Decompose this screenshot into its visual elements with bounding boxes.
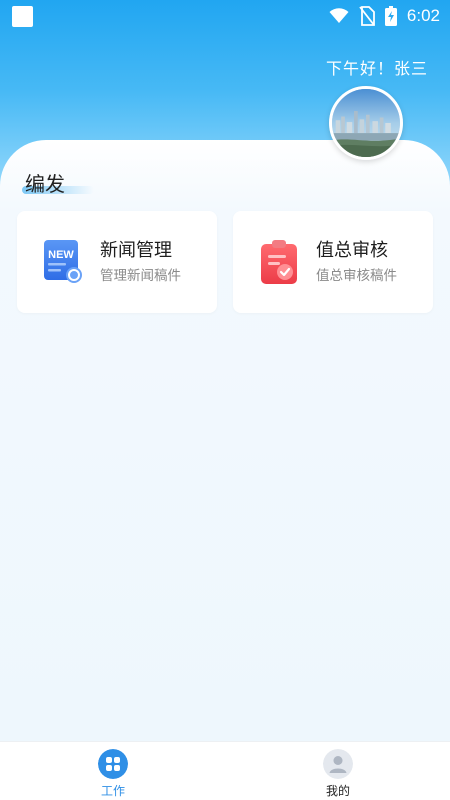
user-icon [323,749,353,779]
news-badge-icon: NEW [44,240,82,283]
news-management-tile[interactable]: NEW 新闻管理 管理新闻稿件 [17,211,217,313]
nav-item-mine[interactable]: 我的 [308,749,368,799]
tile-subtitle: 值总审核稿件 [316,267,397,284]
tile-subtitle: 管理新闻稿件 [100,267,181,284]
section-title: 编发 [25,172,65,196]
city-skyline-avatar [332,89,400,157]
grid-icon [98,749,128,779]
nav-label-work: 工作 [100,784,125,798]
tile-title: 新闻管理 [100,239,172,261]
wifi-icon [329,8,349,23]
no-sim-icon [359,6,375,26]
greeting-text: 下午好！张三 [325,59,428,78]
nav-label-mine: 我的 [325,784,350,798]
tile-title: 值总审核 [316,239,388,261]
bottom-navigation: 工作 我的 [0,741,450,800]
clipboard-check-icon [261,240,297,284]
nav-item-work[interactable]: 工作 [83,749,143,799]
status-icons: 6:02 [329,5,440,27]
status-time: 6:02 [406,6,440,25]
battery-charging-icon [384,6,397,26]
news-badge-text: NEW [48,249,74,261]
status-bar: 6:02 [0,0,450,32]
chief-review-tile[interactable]: 值总审核 值总审核稿件 [233,211,433,313]
avatar[interactable] [329,86,403,160]
notification-square-icon [12,6,33,27]
